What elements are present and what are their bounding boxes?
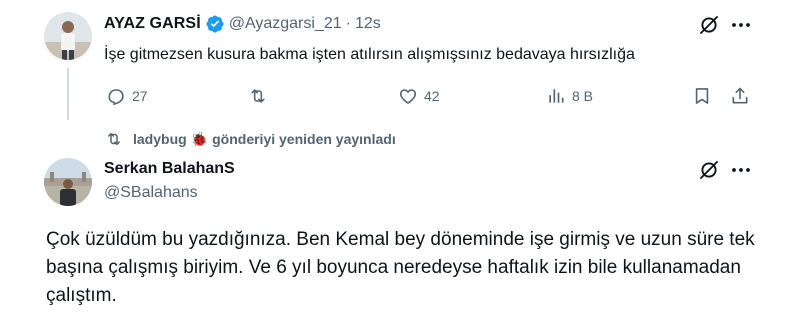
bookmark-icon bbox=[695, 88, 709, 104]
retweet-user[interactable]: ladybug bbox=[133, 131, 187, 147]
retweet-label: gönderiyi yeniden yayınladı bbox=[212, 131, 396, 147]
more-icon[interactable] bbox=[730, 159, 752, 181]
retweet-notice[interactable]: ladybug 🐞 gönderiyi yeniden yayınladı bbox=[105, 129, 396, 149]
grok-icon[interactable] bbox=[698, 14, 720, 36]
author-name[interactable]: AYAZ GARSİ bbox=[104, 15, 201, 33]
views-count: 8 B bbox=[572, 88, 594, 104]
tweet-actions: 27 42 8 B bbox=[0, 82, 807, 110]
tweet-time[interactable]: 12s bbox=[355, 15, 381, 33]
tweet-text: İşe gitmezsen kusura bakma işten atılırs… bbox=[104, 46, 635, 63]
reply-icon bbox=[108, 89, 124, 106]
tweet-header: AYAZ GARSİ @Ayazgarsi_21 · 12s bbox=[104, 13, 381, 35]
author-handle[interactable]: @SBalahans bbox=[104, 184, 198, 202]
avatar[interactable] bbox=[44, 158, 92, 206]
author-name[interactable]: Serkan BalahanS bbox=[104, 160, 235, 178]
repost-button[interactable] bbox=[248, 82, 274, 110]
reply-button[interactable]: 27 bbox=[106, 82, 148, 110]
like-count: 42 bbox=[424, 88, 440, 104]
verified-badge-icon bbox=[205, 14, 225, 34]
bookmark-button[interactable] bbox=[692, 82, 712, 110]
like-button[interactable]: 42 bbox=[398, 82, 440, 110]
grok-icon[interactable] bbox=[698, 159, 720, 181]
author-handle[interactable]: @Ayazgarsi_21 bbox=[229, 15, 342, 33]
views-button[interactable]: 8 B bbox=[546, 82, 593, 110]
share-icon bbox=[732, 87, 748, 104]
share-button[interactable] bbox=[730, 82, 750, 110]
separator-dot: · bbox=[345, 15, 351, 32]
repost-icon bbox=[251, 89, 265, 103]
avatar[interactable] bbox=[44, 12, 92, 60]
repost-icon bbox=[108, 133, 120, 145]
reply-count: 27 bbox=[132, 88, 148, 104]
ladybug-emoji: 🐞 bbox=[190, 130, 209, 147]
views-icon bbox=[549, 89, 564, 103]
like-icon bbox=[399, 89, 417, 104]
tweet-text: Çok üzüldüm bu yazdığınıza. Ben Kemal be… bbox=[46, 229, 755, 306]
more-icon[interactable] bbox=[730, 14, 752, 36]
